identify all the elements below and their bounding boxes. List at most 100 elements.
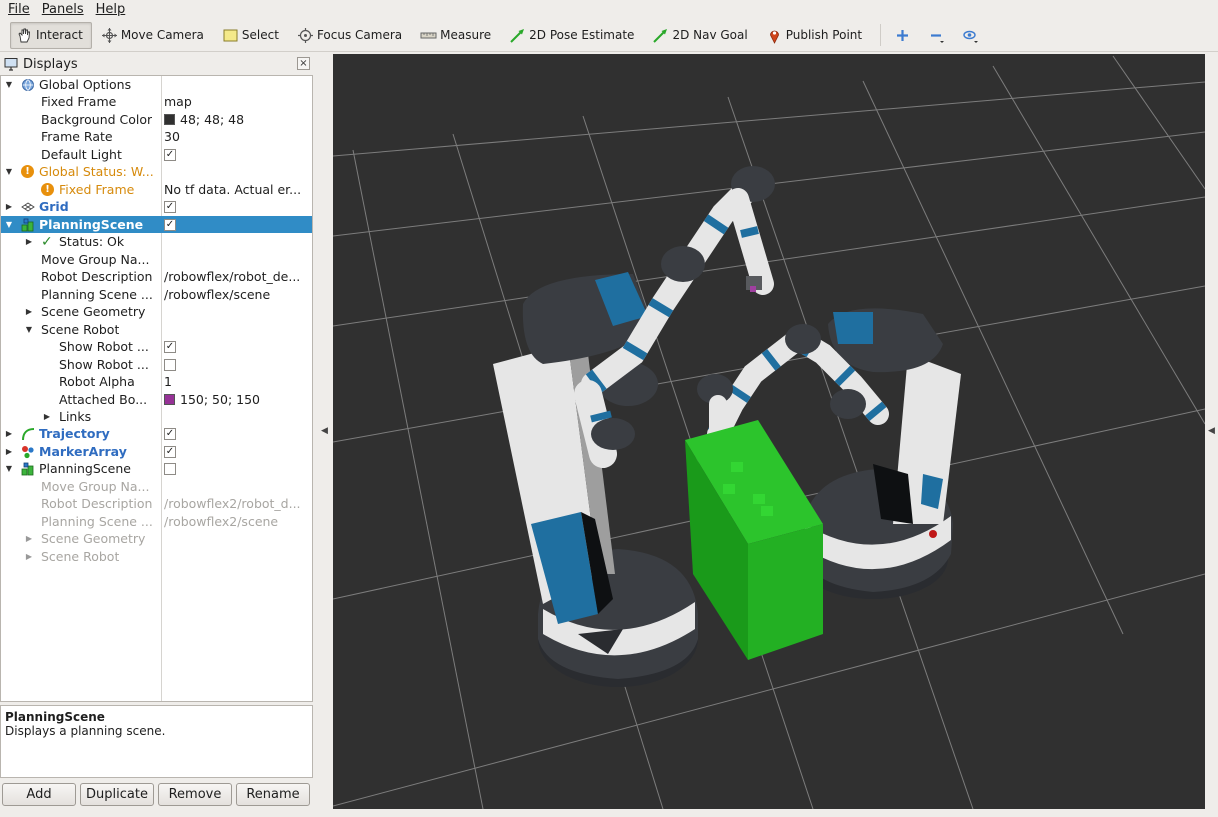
expand-arrow-icon[interactable]: ▼ (24, 321, 34, 338)
tree-row-planning-scene-topic-2[interactable]: Planning Scene ... /robowflex2/scene (1, 513, 312, 530)
expand-arrow-icon[interactable]: ▼ (4, 216, 14, 233)
tree-row-planning-scene-topic[interactable]: Planning Scene ... /robowflex/scene (1, 286, 312, 303)
tree-row-robot-description[interactable]: Robot Description /robowflex/robot_de... (1, 268, 312, 285)
tree-row-robot-description-2[interactable]: Robot Description /robowflex2/robot_d... (1, 495, 312, 512)
expand-arrow-icon[interactable]: ▶ (4, 425, 14, 442)
interact-label: Interact (36, 28, 83, 42)
tree-row-attached-body-color[interactable]: Attached Bo... 150; 50; 150 (1, 391, 312, 408)
menu-help[interactable]: Help (96, 2, 126, 17)
tree-row-status-ok[interactable]: ▶ ✓ Status: Ok (1, 233, 312, 250)
tree-row-trajectory[interactable]: ▶ Trajectory ✓ (1, 425, 312, 442)
expand-arrow-icon[interactable]: ▶ (24, 530, 34, 547)
move-camera-label: Move Camera (120, 28, 204, 42)
interact-tool-button[interactable]: Interact (10, 21, 92, 49)
tree-label: PlanningScene (39, 217, 144, 232)
render-viewport[interactable] (333, 54, 1205, 809)
expand-arrow-icon[interactable]: ▼ (4, 76, 14, 93)
tree-value[interactable]: 30 (164, 128, 311, 145)
select-tool-button[interactable]: Select (216, 22, 288, 49)
collapse-right-icon[interactable]: ◀ (1208, 426, 1215, 436)
tree-label: Show Robot ... (59, 357, 149, 372)
background-color-value[interactable]: 48; 48; 48 (164, 111, 311, 128)
tree-value[interactable]: 1 (164, 373, 311, 390)
expand-arrow-icon[interactable]: ▶ (24, 303, 34, 320)
displays-tree[interactable]: ▼ Global Options Fixed Frame map Backgro… (0, 75, 313, 702)
tree-value[interactable]: /robowflex/robot_de... (164, 268, 311, 285)
publish-point-button[interactable]: Publish Point (760, 22, 871, 49)
tree-value[interactable]: map (164, 93, 311, 110)
show-robot-collision-checkbox[interactable] (164, 358, 176, 371)
tree-row-scene-robot-2[interactable]: ▶ Scene Robot (1, 548, 312, 565)
collapse-left-icon[interactable]: ◀ (321, 426, 328, 436)
tree-row-global-options[interactable]: ▼ Global Options (1, 76, 312, 93)
tree-row-scene-robot[interactable]: ▼ Scene Robot (1, 321, 312, 338)
trajectory-checkbox[interactable]: ✓ (164, 427, 176, 440)
tree-row-frame-rate[interactable]: Frame Rate 30 (1, 128, 312, 145)
tree-label: Move Group Na... (41, 252, 150, 267)
tree-label: Move Group Na... (41, 479, 150, 494)
color-swatch[interactable] (164, 114, 175, 125)
expand-arrow-icon[interactable]: ▶ (4, 443, 14, 460)
monitor-icon (4, 57, 18, 71)
expand-arrow-icon[interactable]: ▶ (4, 198, 14, 215)
tree-row-default-light[interactable]: Default Light ✓ (1, 146, 312, 163)
remove-button[interactable]: Remove (158, 783, 232, 806)
marker-array-checkbox[interactable]: ✓ (164, 445, 176, 458)
tree-row-move-group-name-2[interactable]: Move Group Na... (1, 478, 312, 495)
tree-row-links[interactable]: ▶ Links (1, 408, 312, 425)
planning-scene-icon (21, 462, 35, 476)
remove-tool-button[interactable] (921, 22, 955, 49)
show-robot-visual-checkbox[interactable]: ✓ (164, 340, 176, 353)
tree-label: Scene Geometry (41, 304, 146, 319)
menu-panels[interactable]: Panels (42, 2, 84, 17)
tree-row-scene-geometry[interactable]: ▶ Scene Geometry (1, 303, 312, 320)
planning-scene-checkbox[interactable]: ✓ (164, 218, 176, 231)
expand-arrow-icon[interactable]: ▼ (4, 163, 14, 180)
tree-row-show-robot-collision[interactable]: Show Robot ... (1, 356, 312, 373)
expand-arrow-icon[interactable]: ▼ (4, 460, 14, 477)
focus-camera-button[interactable]: Focus Camera (291, 22, 411, 49)
attached-body-color-value[interactable]: 150; 50; 150 (164, 391, 311, 408)
move-camera-button[interactable]: Move Camera (95, 22, 213, 49)
right-splitter[interactable]: ◀ (1205, 54, 1218, 809)
expand-arrow-icon[interactable]: ▶ (24, 233, 34, 250)
menu-file[interactable]: File (8, 2, 30, 17)
expand-arrow-icon[interactable]: ▶ (42, 408, 52, 425)
tree-row-global-status[interactable]: ▼ ! Global Status: W... (1, 163, 312, 180)
tree-row-move-group-name[interactable]: Move Group Na... (1, 251, 312, 268)
focus-camera-label: Focus Camera (316, 28, 403, 42)
tree-row-grid[interactable]: ▶ Grid ✓ (1, 198, 312, 215)
tree-row-fixed-frame-status[interactable]: ! Fixed Frame No tf data. Actual er... (1, 181, 312, 198)
add-tool-button[interactable] (887, 22, 921, 49)
tree-label: Robot Description (41, 269, 153, 284)
duplicate-button[interactable]: Duplicate (80, 783, 154, 806)
tree-row-planning-scene-2[interactable]: ▼ PlanningScene (1, 460, 312, 477)
tree-row-background-color[interactable]: Background Color 48; 48; 48 (1, 111, 312, 128)
left-splitter[interactable]: ◀ (315, 54, 333, 809)
default-light-checkbox[interactable]: ✓ (164, 148, 176, 161)
tree-row-robot-alpha[interactable]: Robot Alpha 1 (1, 373, 312, 390)
tree-row-show-robot-visual[interactable]: Show Robot ... ✓ (1, 338, 312, 355)
tree-row-fixed-frame[interactable]: Fixed Frame map (1, 93, 312, 110)
ground-grid (333, 55, 1205, 809)
color-swatch[interactable] (164, 394, 175, 405)
add-tool-icon (894, 27, 911, 44)
planning-scene-2-checkbox[interactable] (164, 462, 176, 475)
tree-value[interactable]: /robowflex/scene (164, 286, 311, 303)
rename-button[interactable]: Rename (236, 783, 310, 806)
pose-estimate-button[interactable]: 2D Pose Estimate (503, 22, 643, 49)
tree-row-marker-array[interactable]: ▶ MarkerArray ✓ (1, 443, 312, 460)
view-options-icon (962, 27, 979, 44)
tree-value[interactable] (164, 251, 311, 268)
add-button[interactable]: Add (2, 783, 76, 806)
tree-row-planning-scene[interactable]: ▼ PlanningScene ✓ (1, 216, 312, 233)
tree-label: Scene Robot (41, 322, 120, 337)
tree-row-scene-geometry-2[interactable]: ▶ Scene Geometry (1, 530, 312, 547)
tree-label: PlanningScene (39, 461, 131, 476)
measure-tool-button[interactable]: Measure (414, 22, 500, 49)
expand-arrow-icon[interactable]: ▶ (24, 548, 34, 565)
view-options-button[interactable] (955, 22, 989, 49)
close-panel-button[interactable]: × (297, 57, 310, 70)
nav-goal-button[interactable]: 2D Nav Goal (646, 22, 756, 49)
grid-checkbox[interactable]: ✓ (164, 200, 176, 213)
